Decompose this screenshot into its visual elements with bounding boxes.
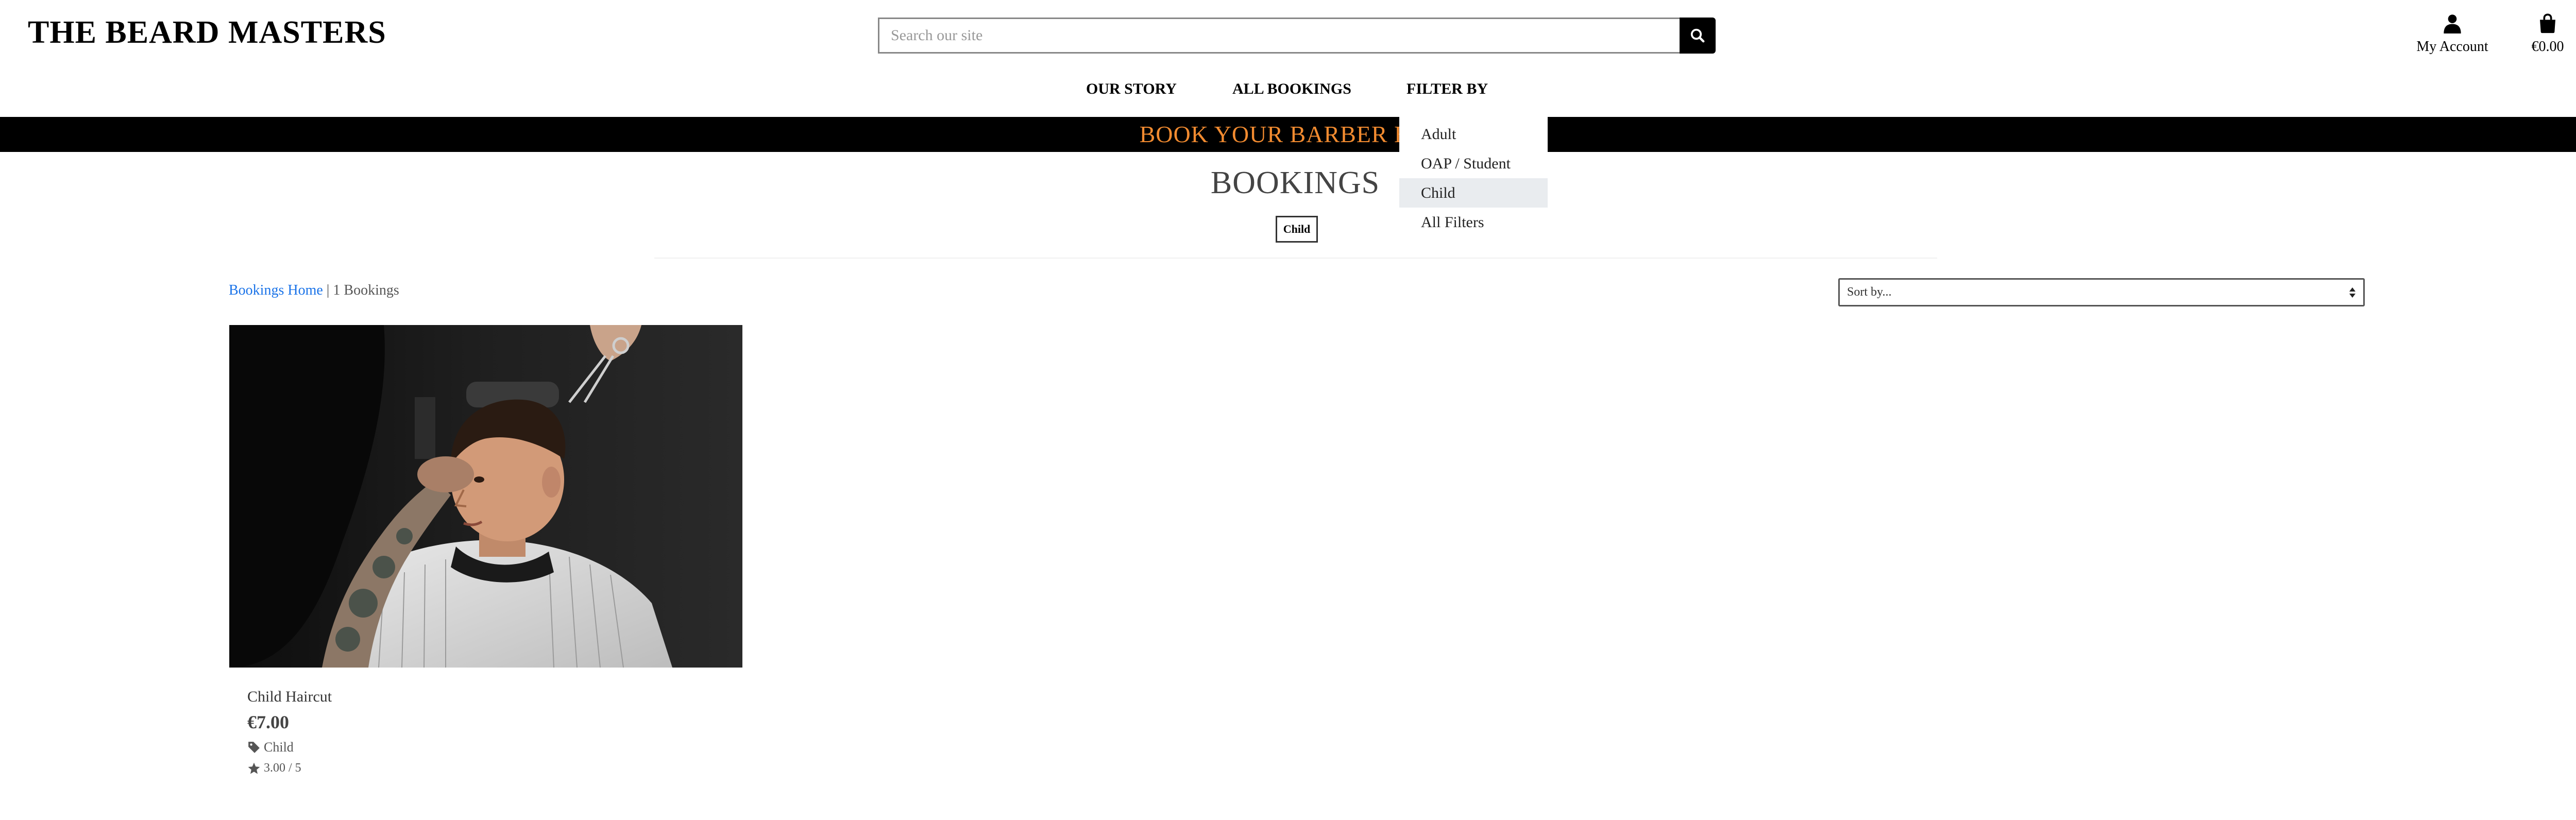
product-rating: 3.00 / 5 [247,761,301,775]
filter-option-all[interactable]: All Filters [1399,208,1548,237]
sort-select-value: Sort by... [1847,285,1892,299]
product-name[interactable]: Child Haircut [247,688,332,706]
product-category-label: Child [264,740,294,755]
search-form [878,18,1716,54]
booking-count: 1 Bookings [333,282,399,298]
breadcrumb: Bookings Home | 1 Bookings [229,282,399,299]
banner-text: BOOK YOUR BARBER HOM [1139,121,1451,147]
my-account-link[interactable]: My Account [2406,12,2499,55]
search-input[interactable] [878,18,1680,54]
cart-link[interactable]: €0.00 [2524,12,2571,55]
filter-option-adult[interactable]: Adult [1399,119,1548,149]
product-price: €7.00 [247,712,289,732]
star-icon [248,762,260,774]
barber-haircut-photo [229,325,742,668]
product-image[interactable] [229,325,742,668]
shopping-bag-icon [2540,13,2555,33]
main-nav: OUR STORY ALL BOOKINGS FILTER BY [0,80,2576,104]
nav-all-bookings[interactable]: ALL BOOKINGS [1232,80,1351,98]
active-filter-badge[interactable]: Child [1276,216,1318,243]
cart-total: €0.00 [2531,39,2564,55]
page-title: BOOKINGS [1210,165,1380,200]
product-category[interactable]: Child [247,740,294,755]
search-button[interactable] [1680,18,1716,54]
nav-our-story[interactable]: OUR STORY [1086,80,1177,98]
product-rating-value: 3.00 / 5 [264,761,301,775]
sort-select[interactable]: Sort by... [1838,278,2365,306]
my-account-label: My Account [2416,39,2488,55]
select-arrows-icon [2349,287,2356,298]
breadcrumb-home-link[interactable]: Bookings Home [229,282,323,298]
search-icon [1690,28,1705,43]
nav-filter-by[interactable]: FILTER BY [1406,80,1488,98]
site-logo[interactable]: THE BEARD MASTERS [28,14,386,51]
promo-banner: BOOK YOUR BARBER HOM [0,117,2576,152]
heading-divider [654,258,1937,259]
tag-icon [248,742,260,753]
breadcrumb-separator: | [323,282,333,298]
user-icon [2444,14,2461,33]
